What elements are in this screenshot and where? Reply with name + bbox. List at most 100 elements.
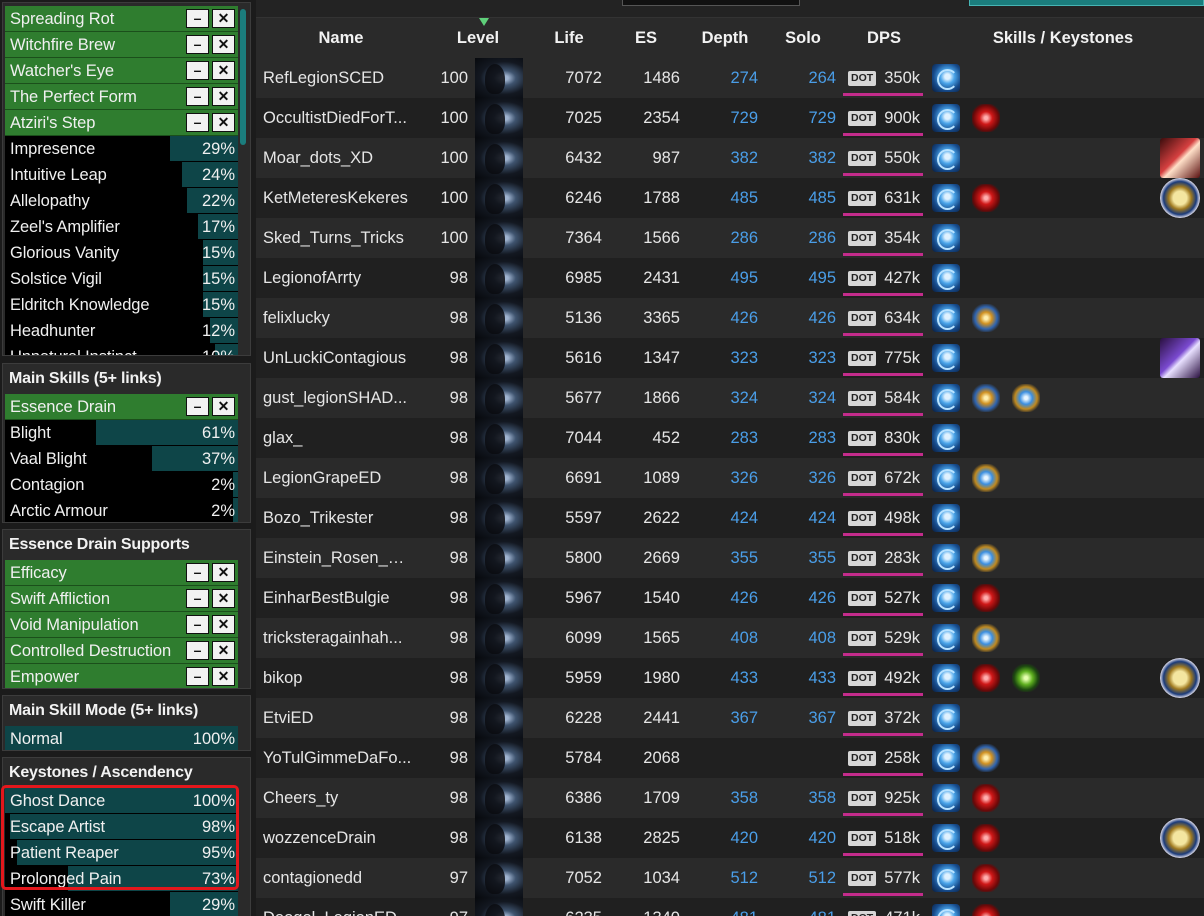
depth-cell[interactable]: 495	[696, 258, 758, 298]
depth-cell[interactable]: 382	[696, 138, 758, 178]
table-row[interactable]: Deogol_LegionED 97 6235 1340 481 481 DOT 471k	[256, 898, 1204, 916]
depth-cell[interactable]: 485	[696, 178, 758, 218]
character-name-link[interactable]: LegionGrapeED	[263, 458, 413, 498]
exclude-button[interactable]: –	[186, 589, 209, 608]
depth-cell[interactable]: 426	[696, 578, 758, 618]
blue-gold-gem-icon[interactable]	[972, 464, 1000, 492]
header-level[interactable]: Level	[446, 18, 510, 58]
character-name-link[interactable]: gust_legionSHAD...	[263, 378, 413, 418]
blue-gold-gem-icon[interactable]	[1012, 384, 1040, 412]
character-name-link[interactable]: contagionedd	[263, 858, 413, 898]
filter-row[interactable]: Prolonged Pain 73%	[5, 866, 238, 892]
remove-button[interactable]: ✕	[212, 641, 235, 660]
table-row[interactable]: OccultistDiedForT... 100 7025 2354 729 729 DOT…	[256, 98, 1204, 138]
selected-filter-row[interactable]: Empower – ✕	[5, 664, 238, 688]
essence-drain-icon[interactable]	[932, 384, 960, 412]
table-row[interactable]: Sked_Turns_Tricks 100 7364 1566 286 286 DOT 354…	[256, 218, 1204, 258]
depth-cell[interactable]: 355	[696, 538, 758, 578]
character-name-link[interactable]: OccultistDiedForT...	[263, 98, 413, 138]
depth-cell[interactable]: 323	[696, 338, 758, 378]
remove-button[interactable]: ✕	[212, 9, 235, 28]
red-gem-icon[interactable]	[972, 784, 1000, 812]
gold-gem-icon[interactable]	[972, 384, 1000, 412]
depth-cell[interactable]: 481	[696, 898, 758, 916]
depth-cell[interactable]: 512	[696, 858, 758, 898]
filter-row[interactable]: Vaal Blight 37%	[5, 446, 238, 472]
table-row[interactable]: contagionedd 97 7052 1034 512 512 DOT 577k	[256, 858, 1204, 898]
essence-drain-icon[interactable]	[932, 264, 960, 292]
selected-filter-row[interactable]: Atziri's Step – ✕	[5, 110, 238, 136]
solo-cell[interactable]: 512	[774, 858, 836, 898]
essence-drain-icon[interactable]	[932, 184, 960, 212]
depth-cell[interactable]: 367	[696, 698, 758, 738]
gold-gem-icon[interactable]	[972, 304, 1000, 332]
exclude-button[interactable]: –	[186, 615, 209, 634]
essence-drain-icon[interactable]	[932, 544, 960, 572]
solo-cell[interactable]: 485	[774, 178, 836, 218]
character-name-link[interactable]: EinharBestBulgie	[263, 578, 413, 618]
selected-filter-row[interactable]: Swift Affliction – ✕	[5, 586, 238, 612]
red-gem-icon[interactable]	[972, 664, 1000, 692]
exclude-button[interactable]: –	[186, 61, 209, 80]
exclude-button[interactable]: –	[186, 667, 209, 686]
depth-cell[interactable]: 358	[696, 778, 758, 818]
depth-cell[interactable]: 286	[696, 218, 758, 258]
filter-row[interactable]: Ghost Dance 100%	[5, 788, 238, 814]
character-name-link[interactable]: tricksteragainhah...	[263, 618, 413, 658]
filter-row[interactable]: Solstice Vigil 15%	[5, 266, 238, 292]
selected-filter-row[interactable]: Controlled Destruction – ✕	[5, 638, 238, 664]
depth-cell[interactable]: 729	[696, 98, 758, 138]
solo-cell[interactable]: 408	[774, 618, 836, 658]
solo-cell[interactable]: 326	[774, 458, 836, 498]
header-es[interactable]: ES	[621, 18, 671, 58]
essence-drain-icon[interactable]	[932, 664, 960, 692]
solo-cell[interactable]: 382	[774, 138, 836, 178]
red-gem-icon[interactable]	[972, 824, 1000, 852]
table-row[interactable]: gust_legionSHAD... 98 5677 1866 324 324 DOT 584…	[256, 378, 1204, 418]
table-row[interactable]: felixlucky 98 5136 3365 426 426 DOT 634k	[256, 298, 1204, 338]
gold-gem-icon[interactable]	[972, 744, 1000, 772]
table-row[interactable]: Bozo_Trikester 98 5597 2622 424 424 DOT 498k	[256, 498, 1204, 538]
essence-drain-icon[interactable]	[932, 304, 960, 332]
table-row[interactable]: UnLuckiContagious 98 5616 1347 323 323 DOT 775k	[256, 338, 1204, 378]
essence-drain-icon[interactable]	[932, 744, 960, 772]
red-gem-icon[interactable]	[972, 104, 1000, 132]
blue-gold-gem-icon[interactable]	[972, 624, 1000, 652]
solo-cell[interactable]: 323	[774, 338, 836, 378]
character-name-link[interactable]: YoTulGimmeDaFo...	[263, 738, 413, 778]
filter-row[interactable]: Allelopathy 22%	[5, 188, 238, 214]
keystone-red-icon[interactable]	[1160, 138, 1200, 178]
header-skills-keystones[interactable]: Skills / Keystones	[981, 18, 1145, 58]
depth-cell[interactable]: 408	[696, 618, 758, 658]
remove-button[interactable]: ✕	[212, 113, 235, 132]
remove-button[interactable]: ✕	[212, 87, 235, 106]
table-row[interactable]: EtviED 98 6228 2441 367 367 DOT 372k	[256, 698, 1204, 738]
table-row[interactable]: YoTulGimmeDaFo... 98 5784 2068 DOT 258k	[256, 738, 1204, 778]
red-gem-icon[interactable]	[972, 904, 1000, 916]
essence-drain-icon[interactable]	[932, 624, 960, 652]
scrollbar[interactable]	[240, 9, 246, 145]
table-row[interactable]: wozzenceDrain 98 6138 2825 420 420 DOT 518k	[256, 818, 1204, 858]
header-name[interactable]: Name	[301, 18, 381, 58]
character-name-link[interactable]: Sked_Turns_Tricks	[263, 218, 413, 258]
table-row[interactable]: tricksteragainhah... 98 6099 1565 408 408 DOT 5…	[256, 618, 1204, 658]
exclude-button[interactable]: –	[186, 641, 209, 660]
essence-drain-icon[interactable]	[932, 864, 960, 892]
character-name-link[interactable]: glax_	[263, 418, 413, 458]
essence-drain-icon[interactable]	[932, 464, 960, 492]
exclude-button[interactable]: –	[186, 563, 209, 582]
solo-cell[interactable]: 355	[774, 538, 836, 578]
red-gem-icon[interactable]	[972, 584, 1000, 612]
remove-button[interactable]: ✕	[212, 563, 235, 582]
table-row[interactable]: KetMeteresKekeres 100 6246 1788 485 485 DOT 631…	[256, 178, 1204, 218]
header-life[interactable]: Life	[541, 18, 597, 58]
table-row[interactable]: bikop 98 5959 1980 433 433 DOT 492k	[256, 658, 1204, 698]
keystone-purple-icon[interactable]	[1160, 338, 1200, 378]
depth-cell[interactable]: 426	[696, 298, 758, 338]
remove-button[interactable]: ✕	[212, 667, 235, 686]
solo-cell[interactable]: 367	[774, 698, 836, 738]
selected-filter-row[interactable]: Watcher's Eye – ✕	[5, 58, 238, 84]
character-name-link[interactable]: Moar_dots_XD	[263, 138, 413, 178]
essence-drain-icon[interactable]	[932, 584, 960, 612]
table-row[interactable]: Moar_dots_XD 100 6432 987 382 382 DOT 550k	[256, 138, 1204, 178]
